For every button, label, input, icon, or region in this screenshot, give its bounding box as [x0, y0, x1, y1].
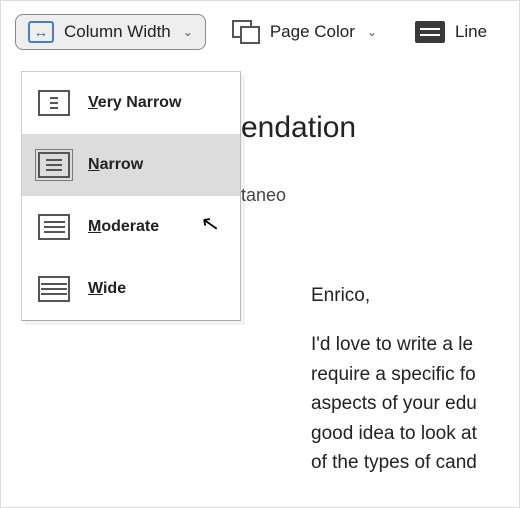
- column-width-dropdown: Very Narrow Narrow Moderate Wide: [21, 71, 241, 321]
- line-focus-icon: [415, 21, 445, 43]
- column-width-icon: [28, 21, 54, 43]
- page-color-button[interactable]: Page Color ⌄: [220, 14, 389, 50]
- dropdown-item-narrow[interactable]: Narrow: [22, 134, 240, 196]
- moderate-icon: [38, 214, 70, 240]
- dropdown-item-label: Narrow: [88, 156, 143, 174]
- dropdown-item-moderate[interactable]: Moderate: [22, 196, 240, 258]
- document-title: endation: [241, 111, 519, 145]
- document-greeting: Enrico,: [311, 281, 519, 310]
- dropdown-item-label: Very Narrow: [88, 94, 181, 112]
- page-color-label: Page Color: [270, 22, 355, 42]
- column-width-button[interactable]: Column Width ⌄: [15, 14, 206, 50]
- chevron-down-icon: ⌄: [367, 25, 377, 39]
- dropdown-item-very-narrow[interactable]: Very Narrow: [22, 72, 240, 134]
- chevron-down-icon: ⌄: [183, 25, 193, 39]
- dropdown-item-label: Wide: [88, 280, 126, 298]
- very-narrow-icon: [38, 90, 70, 116]
- toolbar: Column Width ⌄ Page Color ⌄ Line: [1, 1, 519, 63]
- line-focus-label: Line: [455, 22, 487, 42]
- page-color-icon: [232, 20, 260, 44]
- document-author: taneo: [241, 185, 519, 206]
- dropdown-item-label: Moderate: [88, 218, 159, 236]
- line-focus-button[interactable]: Line: [403, 15, 499, 49]
- column-width-label: Column Width: [64, 22, 171, 42]
- narrow-icon: [38, 152, 70, 178]
- document-paragraph: I'd love to write a le require a specifi…: [311, 330, 519, 477]
- wide-icon: [38, 276, 70, 302]
- document-area: endation taneo: [241, 111, 519, 256]
- dropdown-item-wide[interactable]: Wide: [22, 258, 240, 320]
- document-body: Enrico, I'd love to write a le require a…: [311, 281, 519, 498]
